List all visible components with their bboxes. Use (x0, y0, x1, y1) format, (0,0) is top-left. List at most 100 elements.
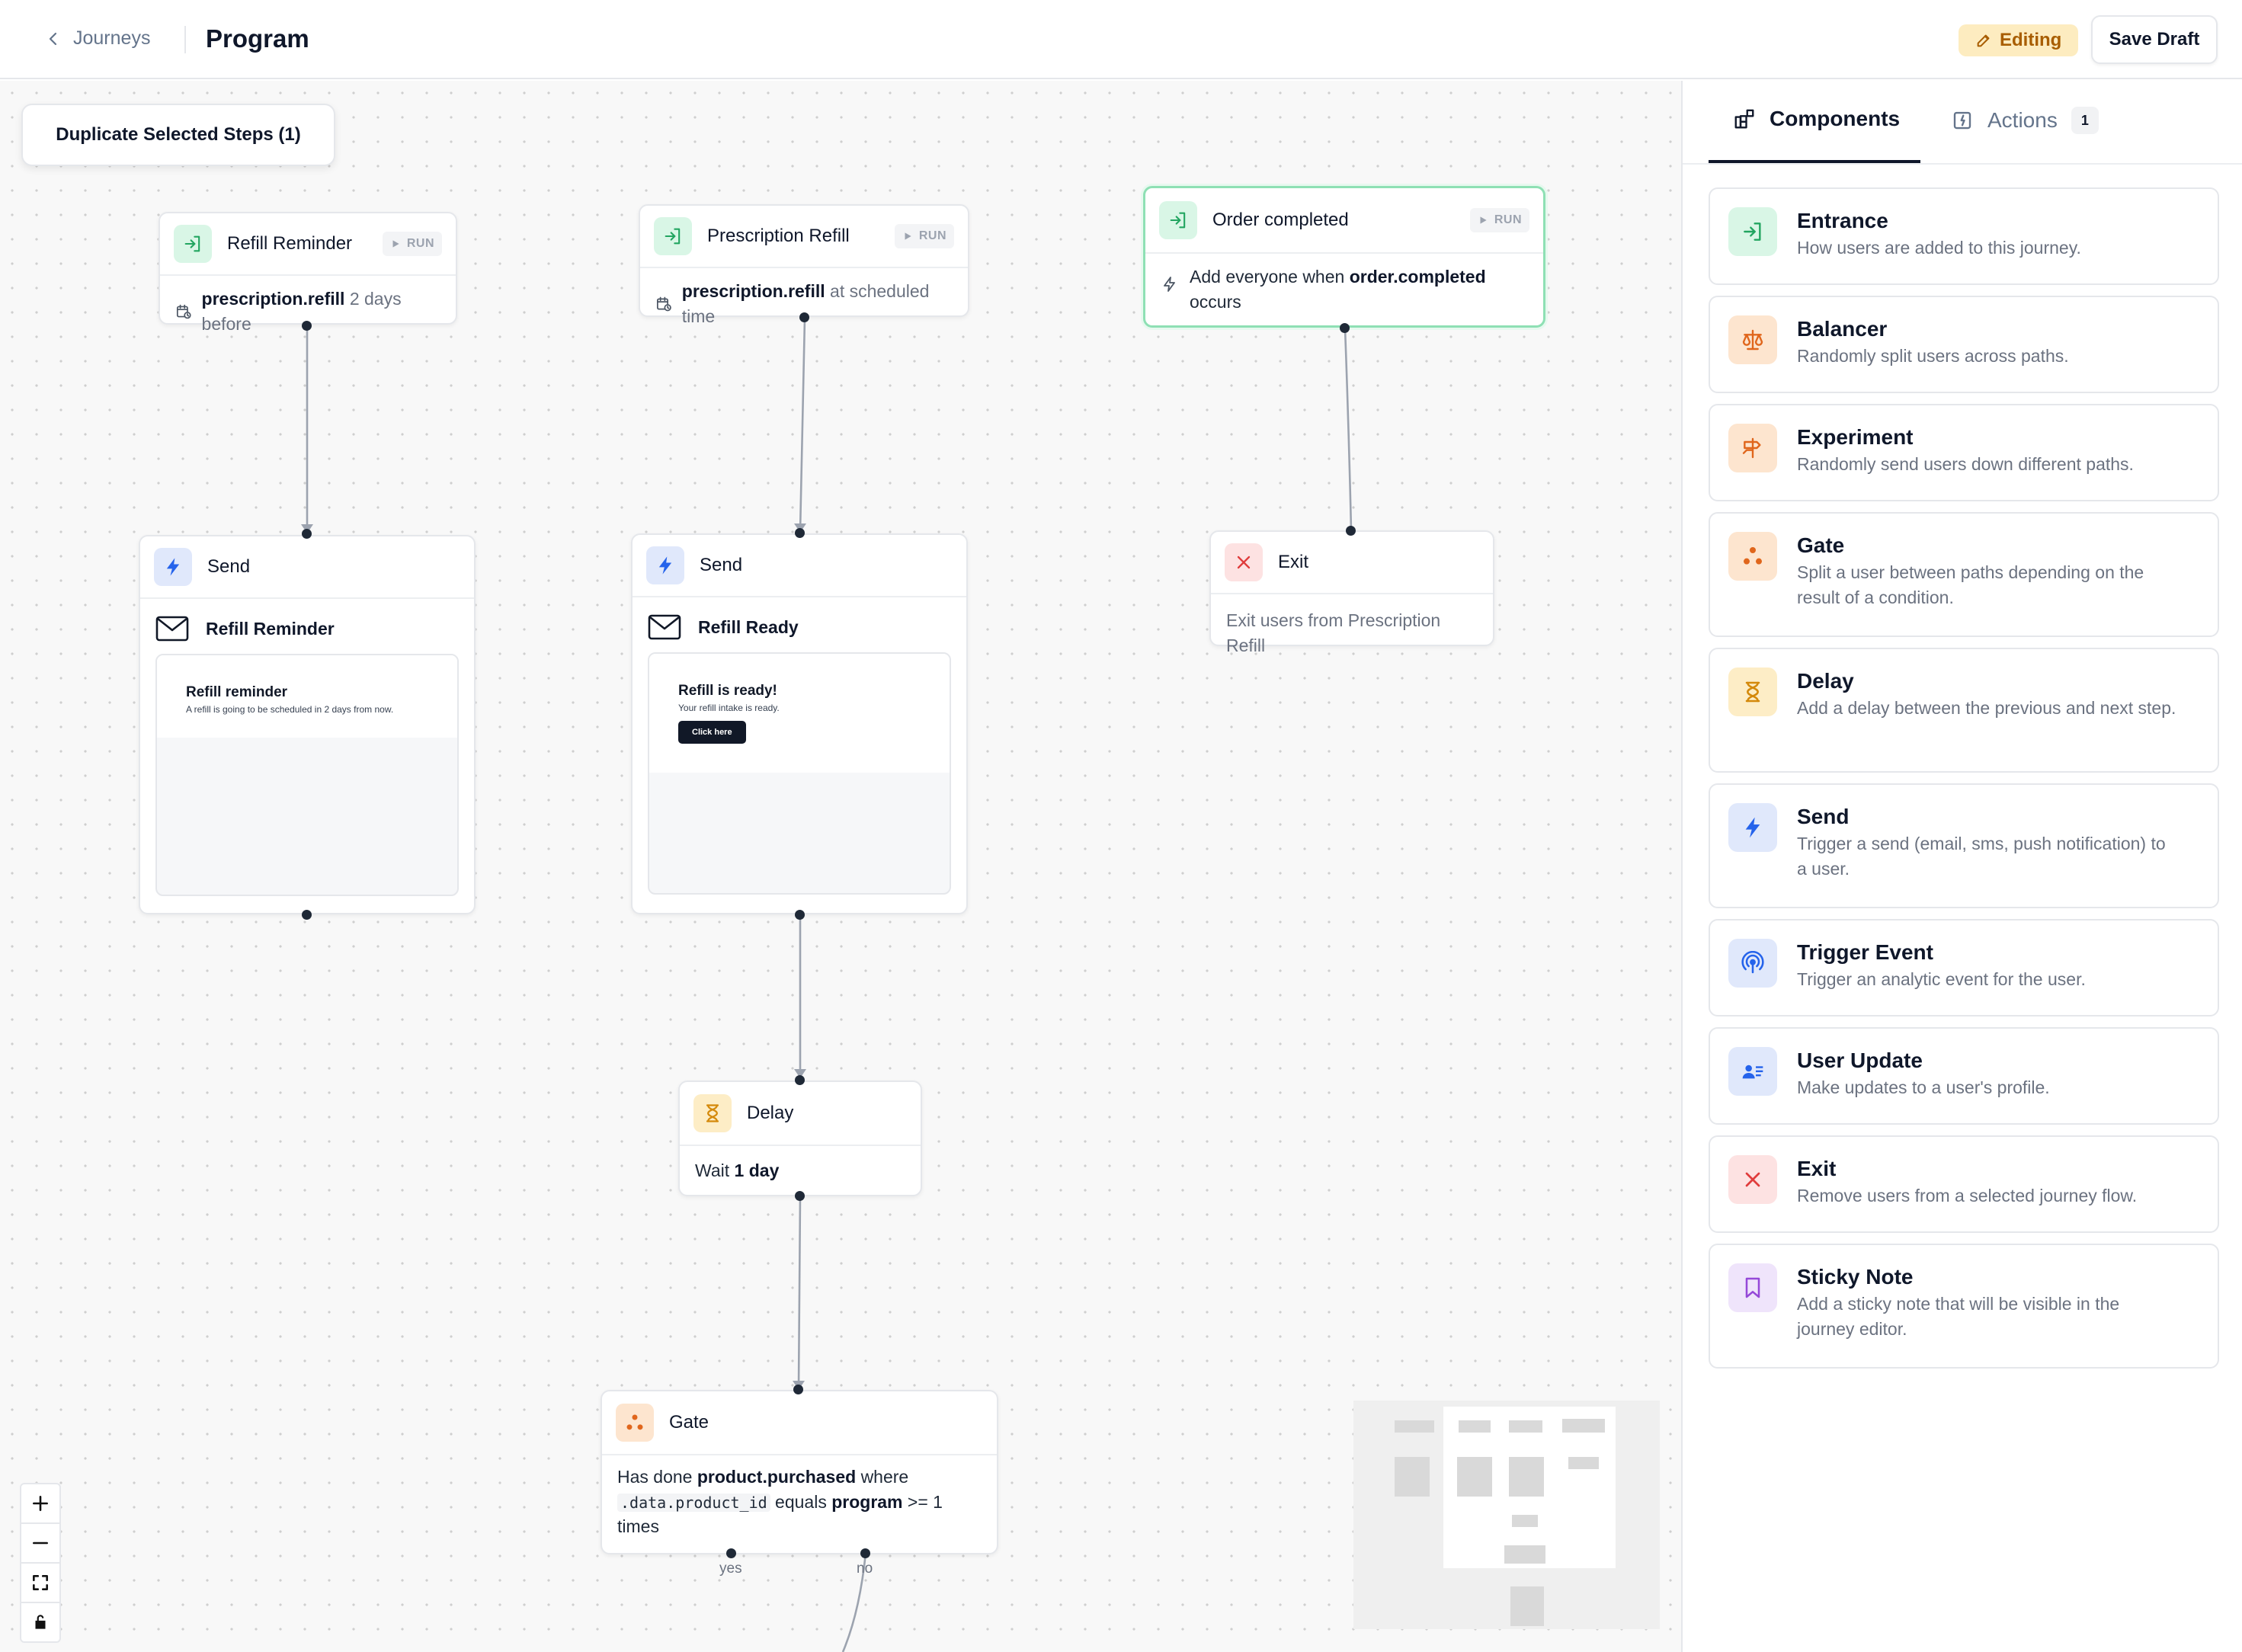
component-title: Trigger Event (1797, 940, 1933, 964)
output-handle[interactable] (302, 321, 312, 331)
component-text: Sticky Note Add a sticky note that will b… (1797, 1263, 2178, 1343)
output-handle[interactable] (302, 910, 312, 920)
status-badge-label: Editing (2000, 30, 2062, 50)
component-title: Gate (1797, 533, 1845, 557)
run-label: RUN (1494, 213, 1522, 226)
output-handle[interactable] (799, 312, 809, 322)
top-bar: Journeys Program Editing Save Draft (0, 0, 2242, 79)
journey-editor: Journeys Program Editing Save Draft Dupl… (0, 0, 2242, 1652)
minimap-node (1509, 1420, 1542, 1433)
mail-icon (648, 614, 681, 640)
component-title: Balancer (1797, 317, 1888, 341)
input-handle[interactable] (302, 529, 312, 539)
output-handle[interactable] (1340, 323, 1350, 333)
run-button[interactable]: RUN (894, 224, 954, 248)
minimap-node (1395, 1457, 1430, 1497)
minimap-node (1457, 1457, 1492, 1497)
component-exit[interactable]: Exit Remove users from a selected journey… (1709, 1135, 2219, 1233)
right-sidebar: Components Actions 1 Entrance How users a… (1681, 81, 2242, 1652)
entrance-icon (1728, 207, 1777, 256)
run-button[interactable]: RUN (1469, 208, 1529, 232)
fit-view-button[interactable] (20, 1562, 61, 1603)
minimap-node (1562, 1419, 1605, 1433)
gate-icon (1728, 532, 1777, 581)
node-title: Send (207, 556, 251, 577)
bolt-icon (1728, 803, 1777, 852)
tab-components[interactable]: Components (1733, 107, 1900, 131)
entrance-icon (174, 225, 212, 263)
component-delay[interactable]: Delay Add a delay between the previous an… (1709, 648, 2219, 773)
lock-button[interactable] (20, 1602, 61, 1643)
save-draft-button[interactable]: Save Draft (2091, 15, 2218, 64)
component-gate[interactable]: Gate Split a user between paths depending… (1709, 512, 2219, 637)
no-output-handle[interactable] (860, 1548, 870, 1558)
component-title: Experiment (1797, 425, 1914, 449)
exit-node[interactable]: Exit Exit users from Prescription Refill (1209, 530, 1494, 655)
component-title: Sticky Note (1797, 1265, 1914, 1289)
node-title: Order completed (1212, 210, 1349, 230)
duplicate-selected-steps-button[interactable]: Duplicate Selected Steps (1) (21, 104, 335, 166)
yes-port-label: yes (719, 1561, 742, 1577)
component-description: Remove users from a selected journey flo… (1797, 1186, 2138, 1205)
preview-cta-button: Click here (678, 721, 746, 744)
minimap[interactable] (1353, 1401, 1660, 1629)
component-title: User Update (1797, 1049, 1923, 1072)
zoom-out-button[interactable] (20, 1522, 61, 1564)
zoom-in-button[interactable] (20, 1483, 61, 1524)
component-trigger-event[interactable]: Trigger Event Trigger an analytic event f… (1709, 919, 2219, 1016)
hourglass-icon (1728, 668, 1777, 716)
component-description: How users are added to this journey. (1797, 238, 2081, 258)
back-link[interactable]: Journeys (44, 27, 150, 50)
minimap-node (1510, 1586, 1544, 1626)
condition-text: where (860, 1467, 909, 1487)
entry-node-order-completed[interactable]: Order completed RUN Add everyone when or… (1143, 186, 1545, 328)
node-title: Prescription Refill (707, 226, 850, 246)
bookmark-icon (1728, 1263, 1777, 1312)
minimap-node (1459, 1420, 1491, 1433)
condition-text: >= 1 (907, 1491, 943, 1512)
component-user-update[interactable]: User Update Make updates to a user's prof… (1709, 1027, 2219, 1125)
run-button[interactable]: RUN (382, 232, 442, 256)
calendar-clock-icon (656, 296, 671, 312)
component-balancer[interactable]: Balancer Randomly split users across path… (1709, 296, 2219, 393)
zoom-in-icon (33, 1496, 48, 1511)
component-sticky-note[interactable]: Sticky Note Add a sticky note that will b… (1709, 1244, 2219, 1369)
component-send[interactable]: Send Trigger a send (email, sms, push not… (1709, 783, 2219, 908)
send-node-refill-reminder[interactable]: Send Refill Reminder Refill reminder A r… (139, 535, 476, 914)
actions-icon (1953, 111, 1971, 130)
preview-heading: Refill is ready! (678, 683, 777, 699)
component-description: Trigger an analytic event for the user. (1797, 969, 2086, 989)
event-name: product.purchased (697, 1467, 857, 1487)
template-name: Refill Reminder (206, 618, 335, 639)
fit-view-icon (33, 1575, 48, 1590)
broadcast-icon (1728, 939, 1777, 988)
tab-actions[interactable]: Actions 1 (1951, 107, 2099, 134)
run-label: RUN (918, 229, 946, 242)
component-entrance[interactable]: Entrance How users are added to this jour… (1709, 187, 2219, 285)
send-node-refill-ready[interactable]: Send Refill Ready Refill is ready! Your … (631, 533, 968, 914)
trigger-suffix: occurs (1190, 292, 1241, 312)
compare-value: program (831, 1491, 903, 1512)
entry-node-refill-reminder[interactable]: Refill Reminder RUN prescription.refill … (159, 212, 457, 334)
edge (1344, 328, 1353, 531)
event-name: prescription.refill (681, 281, 825, 301)
entry-node-prescription-refill[interactable]: Prescription Refill RUN prescription.ref… (639, 204, 969, 326)
gate-node[interactable]: Gate Has done product.purchased where .d… (601, 1390, 998, 1554)
input-handle[interactable] (795, 1075, 805, 1085)
output-handle[interactable] (795, 910, 805, 920)
condition-text: Has done (617, 1467, 693, 1487)
entrance-icon (1159, 201, 1197, 239)
component-experiment[interactable]: Experiment Randomly send users down diffe… (1709, 404, 2219, 501)
flow-canvas[interactable]: Duplicate Selected Steps (1) Refill Remi… (0, 81, 1681, 1652)
input-handle[interactable] (793, 1385, 803, 1394)
template-name: Refill Ready (698, 616, 799, 637)
tab-label: Actions (1987, 108, 2058, 132)
output-handle[interactable] (795, 1191, 805, 1201)
input-handle[interactable] (1346, 526, 1356, 536)
preview-heading: Refill reminder (186, 684, 288, 700)
zoom-out-icon (33, 1542, 48, 1545)
delay-node[interactable]: Delay Wait 1 day (678, 1081, 922, 1196)
yes-output-handle[interactable] (726, 1548, 736, 1558)
input-handle[interactable] (795, 528, 805, 538)
page-title: Program (206, 24, 309, 53)
